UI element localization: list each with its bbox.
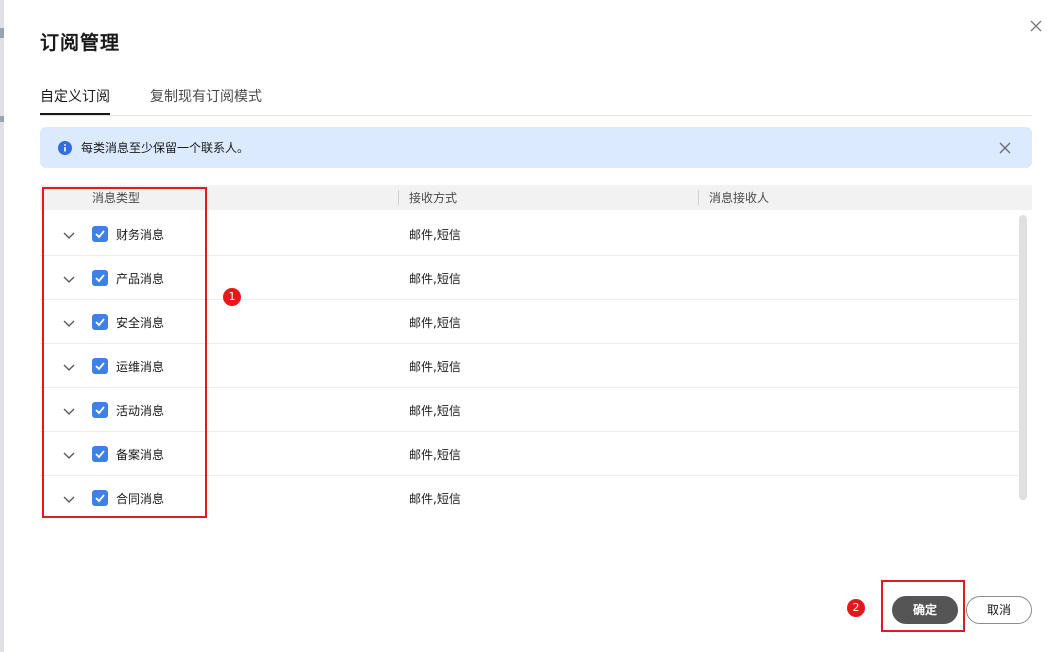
subscription-dialog: 订阅管理 自定义订阅 复制现有订阅模式 每类消息至少保留一个联系人。 消息类型 … <box>4 0 1047 652</box>
header-recipient: 消息接收人 <box>709 191 770 205</box>
tab-bar: 自定义订阅 复制现有订阅模式 <box>40 84 1032 116</box>
tab-copy-existing[interactable]: 复制现有订阅模式 <box>150 86 262 106</box>
receive-method: 邮件,短信 <box>409 272 461 286</box>
annotation-badge: 1 <box>223 288 241 306</box>
receive-method: 邮件,短信 <box>409 316 461 330</box>
active-tab-indicator <box>40 113 110 115</box>
notice-text: 每类消息至少保留一个联系人。 <box>81 141 250 155</box>
notice-banner: 每类消息至少保留一个联系人。 <box>40 127 1032 168</box>
info-icon <box>58 140 72 155</box>
receive-method: 邮件,短信 <box>409 492 461 506</box>
cancel-button[interactable]: 取消 <box>966 596 1032 624</box>
tab-custom-subscription[interactable]: 自定义订阅 <box>40 86 110 106</box>
annotation-highlight-box <box>881 580 965 632</box>
receive-method: 邮件,短信 <box>409 448 461 462</box>
dialog-title: 订阅管理 <box>40 32 121 54</box>
annotation-badge: 2 <box>847 599 865 617</box>
header-receive-method: 接收方式 <box>409 191 458 205</box>
annotation-highlight-box <box>42 187 207 518</box>
receive-method: 邮件,短信 <box>409 360 461 374</box>
column-separator <box>398 190 399 205</box>
column-separator <box>698 190 699 205</box>
close-icon[interactable] <box>1024 14 1047 38</box>
table-scrollbar[interactable] <box>1019 215 1027 500</box>
receive-method: 邮件,短信 <box>409 228 461 242</box>
receive-method: 邮件,短信 <box>409 404 461 418</box>
notice-close-icon[interactable] <box>998 140 1012 154</box>
